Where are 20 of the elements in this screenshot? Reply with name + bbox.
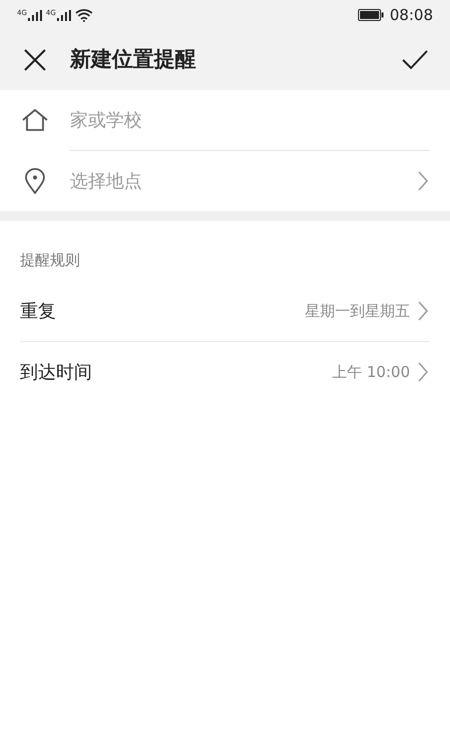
page-title: 新建位置提醒 xyxy=(70,46,197,74)
check-icon xyxy=(402,50,428,70)
close-button[interactable] xyxy=(22,47,48,73)
signal-icon xyxy=(28,10,42,20)
signal-icon xyxy=(56,10,71,20)
home-icon xyxy=(22,109,48,131)
wifi-icon xyxy=(74,8,93,22)
section-heading: 提醒规则 xyxy=(20,250,80,270)
rule-value: 星期一到星期五 xyxy=(305,300,410,322)
rule-row[interactable]: 到达时间 上午 10:00 xyxy=(0,342,450,402)
chevron-right-icon xyxy=(418,301,428,321)
location-pin-icon xyxy=(25,168,45,194)
chevron-right-icon xyxy=(418,171,428,191)
chevron-right-icon xyxy=(418,362,428,382)
place-name-field[interactable]: 家或学校 xyxy=(70,100,430,140)
battery-icon xyxy=(358,9,384,21)
close-icon xyxy=(24,49,46,71)
rule-row[interactable]: 重复 星期一到星期五 xyxy=(0,281,450,341)
status-time: 08:08 xyxy=(390,4,433,26)
rule-value: 上午 10:00 xyxy=(332,362,410,383)
